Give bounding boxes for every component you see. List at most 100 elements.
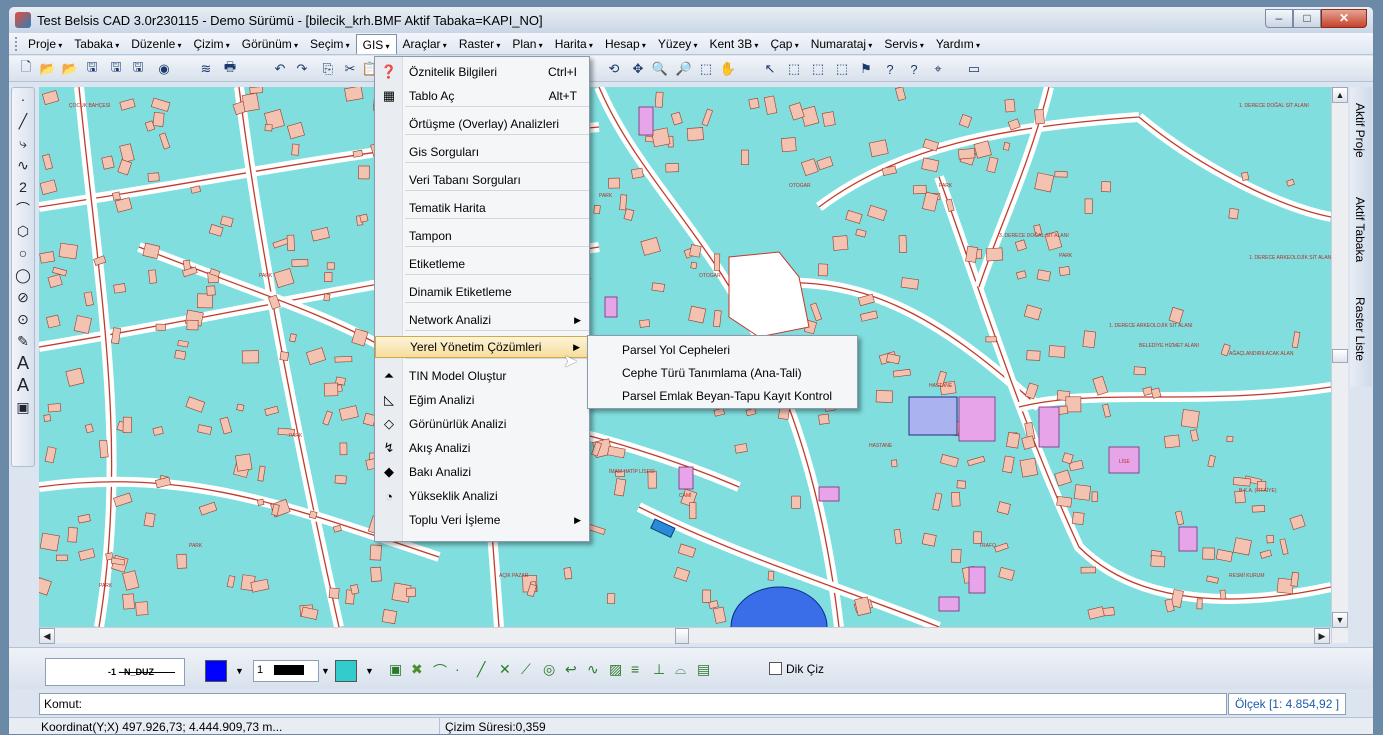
menu-düzenle[interactable]: Düzenle ▾ [125,34,187,54]
chevron-down-icon-3[interactable]: ▼ [365,666,374,676]
dik-ciz-checkbox[interactable] [769,662,782,675]
binoculars-icon[interactable]: ⌖ [929,60,947,78]
select-icon[interactable]: ↖ [761,60,779,78]
menubar-grip[interactable] [15,36,18,51]
layer-stack-tool-icon[interactable]: ▤ [697,661,710,678]
menu-servis[interactable]: Servis ▾ [878,34,930,54]
delete-tool-icon[interactable]: ✖ [411,661,423,678]
gis-menu-item-1[interactable]: ▦ Tablo Aç Alt+T [375,84,589,108]
polygon-icon[interactable]: ⬡ [12,220,34,242]
help2-icon[interactable]: ? [905,60,923,78]
submenu-item-cephe-turu[interactable]: Cephe Türü Tanımlama (Ana-Tali) [588,361,857,385]
cut-icon[interactable]: ✂ [341,60,359,78]
new-file-icon[interactable]: 🗋 [17,59,35,78]
submenu-item-parsel-emlak[interactable]: Parsel Emlak Beyan-Tapu Kayıt Kontrol [588,384,857,408]
copy-icon[interactable]: ⎘ [319,60,337,78]
open-folder-icon[interactable]: 📂 [39,60,57,78]
bridge-tool-icon[interactable]: ⌓ [675,661,686,678]
gis-menu-item-9[interactable]: Network Analizi ▶ [375,308,589,332]
properties-icon[interactable]: ⚑ [857,60,875,78]
hook-tool-icon[interactable]: ↩ [565,661,577,678]
save-all-icon[interactable]: 🖫 [129,59,147,78]
gis-menu-item-17[interactable]: Toplu Veri İşleme ▶ [375,508,589,532]
zoom-window-icon[interactable]: ⬚ [697,60,715,78]
text-icon[interactable]: A [12,352,34,374]
select-fence-icon[interactable]: ⬚ [833,60,851,78]
chevron-down-icon-2[interactable]: ▼ [321,666,330,676]
line-icon[interactable]: ╱ [12,110,34,132]
menu-görünüm[interactable]: Görünüm ▾ [236,34,304,54]
aktif-proje-tab[interactable]: Aktif Proje [1353,103,1367,158]
command-input[interactable]: Komut: [39,693,1227,715]
gis-menu-item-13[interactable]: ◇ Görünürlük Analizi [375,412,589,436]
line-width-select[interactable]: 1 [253,660,319,682]
wave-tool-icon[interactable]: ∿ [587,661,599,678]
fill-color-swatch[interactable] [335,660,357,682]
gis-menu-item-12[interactable]: ◺ Eğim Analizi [375,388,589,412]
gis-menu-item-16[interactable]: ◔ Yükseklik Analizi [375,484,589,508]
frame-icon[interactable]: ▭ [965,60,983,78]
zoom-out-icon[interactable]: 🔎 [675,60,693,78]
gis-menu-item-6[interactable]: Tampon [375,224,589,248]
scroll-right-button[interactable]: ▶ [1314,628,1330,644]
menu-tabaka[interactable]: Tabaka ▾ [68,34,125,54]
text-outline-icon[interactable]: A [12,374,34,396]
gis-menu-item-14[interactable]: ↯ Akış Analizi [375,436,589,460]
minimize-button[interactable]: – [1265,9,1293,28]
menu-plan[interactable]: Plan ▾ [506,34,548,54]
segment-tool-icon[interactable]: ⟋ [521,661,531,678]
vertical-scrollbar[interactable]: ▲ ▼ [1331,87,1348,643]
help-icon[interactable]: ? [881,60,899,78]
gis-menu-item-11[interactable]: ⏶ TIN Model Oluştur [375,364,589,388]
move-icon[interactable]: ✥ [629,60,647,78]
line-tool-icon[interactable]: ╱ [477,661,485,678]
curve-tool-icon[interactable]: ⌒ [433,661,447,681]
print-icon[interactable]: 🖶 [221,59,239,78]
menu-kent-3b[interactable]: Kent 3B ▾ [704,34,765,54]
menu-seçim[interactable]: Seçim ▾ [304,34,356,54]
scroll-down-button[interactable]: ▼ [1332,612,1348,628]
menu-hesap[interactable]: Hesap ▾ [599,34,652,54]
pan-icon[interactable]: ✋ [719,60,737,78]
submenu-item-parsel-yol[interactable]: Parsel Yol Cepheleri [588,338,857,362]
circle4-icon[interactable]: ⊙ [12,308,34,330]
menu-çap[interactable]: Çap ▾ [764,34,804,54]
menu-yardım[interactable]: Yardım ▾ [930,34,986,54]
menu-gis[interactable]: GIS ▾ [355,33,397,54]
primary-color-swatch[interactable] [205,660,227,682]
gis-menu-item-2[interactable]: Örtüşme (Overlay) Analizleri [375,112,589,136]
menu-raster[interactable]: Raster ▾ [453,34,507,54]
save-as-icon[interactable]: 🖫 [83,59,101,78]
scale-display[interactable]: Ölçek [1: 4.854,92 ] [1228,693,1346,715]
target-tool-icon[interactable]: ◎ [543,661,555,678]
polyline-icon[interactable]: ⤷ [12,132,34,154]
zoom-in-icon[interactable]: 🔍 [651,60,669,78]
menu-araçlar[interactable]: Araçlar ▾ [397,34,453,54]
stair-tool-icon[interactable]: ≡ [631,661,639,677]
gis-menu-item-3[interactable]: Gis Sorguları [375,140,589,164]
select-crossing-icon[interactable]: ⬚ [809,60,827,78]
menu-numarataj[interactable]: Numarataj ▾ [805,34,879,54]
pen-icon[interactable]: ✎ [12,330,34,352]
google-earth-icon[interactable]: ◉ [155,60,173,78]
curve-icon[interactable]: 2 [12,176,34,198]
rotate-icon[interactable]: ⟲ [605,60,623,78]
chevron-down-icon[interactable]: ▼ [235,666,244,676]
scroll-up-button[interactable]: ▲ [1332,87,1348,103]
undo-icon[interactable]: ↶ [271,60,289,78]
gis-menu-item-7[interactable]: Etiketleme [375,252,589,276]
gis-menu-item-8[interactable]: Dinamik Etiketleme [375,280,589,304]
close-button[interactable]: ✕ [1321,9,1367,28]
tower-tool-icon[interactable]: ⊥ [653,661,665,678]
menu-harita[interactable]: Harita ▾ [549,34,599,54]
maximize-button[interactable]: □ [1293,9,1321,28]
gis-menu-item-0[interactable]: ❓ Öznitelik Bilgileri Ctrl+I [375,60,589,84]
hscroll-thumb[interactable] [675,628,689,644]
open-project-icon[interactable]: 📂 [61,60,79,78]
save-icon[interactable]: 🖫 [107,59,125,78]
gis-menu-item-15[interactable]: ◆ Bakı Analizi [375,460,589,484]
spline-icon[interactable]: ∿ [12,154,34,176]
circle-icon[interactable]: ○ [12,242,34,264]
gis-menu-item-10[interactable]: Yerel Yönetim Çözümleri ▶ [375,336,589,358]
raster-tool-icon[interactable]: ▣ [389,661,402,678]
